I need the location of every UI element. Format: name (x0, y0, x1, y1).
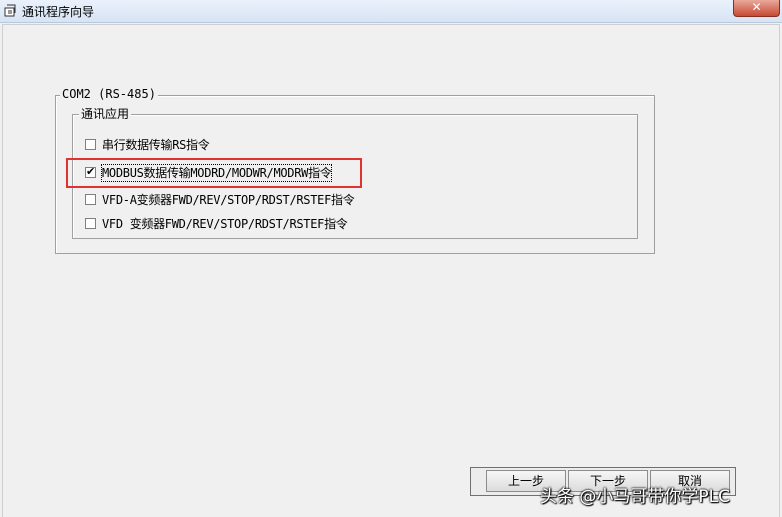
close-button[interactable]: ✕ (733, 0, 780, 17)
close-icon: ✕ (751, 0, 762, 14)
option-label: VFD-A变频器FWD/REV/STOP/RDST/RSTEF指令 (102, 193, 355, 207)
option-label: MODBUS数据传输MODRD/MODWR/MODRW指令 (100, 164, 333, 182)
option-modbus[interactable]: ✔ MODBUS数据传输MODRD/MODWR/MODRW指令 (85, 164, 425, 183)
option-vfd[interactable]: VFD 变频器FWD/REV/STOP/RDST/RSTEF指令 (85, 216, 425, 234)
window-title: 通讯程序向导 (22, 5, 95, 19)
option-rs-serial[interactable]: 串行数据传输RS指令 (85, 137, 425, 155)
vfd-a-checkbox[interactable] (85, 194, 96, 205)
check-icon: ✔ (86, 165, 96, 178)
option-vfd-a[interactable]: VFD-A变频器FWD/REV/STOP/RDST/RSTEF指令 (85, 192, 425, 210)
comm-application-legend: 通讯应用 (79, 107, 132, 121)
vfd-checkbox[interactable] (85, 218, 96, 229)
option-label: VFD 变频器FWD/REV/STOP/RDST/RSTEF指令 (102, 217, 348, 231)
modbus-checkbox[interactable]: ✔ (85, 165, 96, 178)
comm-option-list: 串行数据传输RS指令 ✔ MODBUS数据传输MODRD/MODWR/MODRW… (85, 137, 485, 237)
com2-groupbox-legend: COM2 (RS-485) (60, 87, 158, 101)
watermark-text: 头条 @小马哥带你学PLC (540, 487, 730, 507)
option-label: 串行数据传输RS指令 (102, 138, 210, 152)
wizard-app-icon (4, 4, 16, 17)
rs-checkbox[interactable] (85, 139, 96, 150)
title-bar: 通讯程序向导 ✕ (0, 0, 782, 23)
